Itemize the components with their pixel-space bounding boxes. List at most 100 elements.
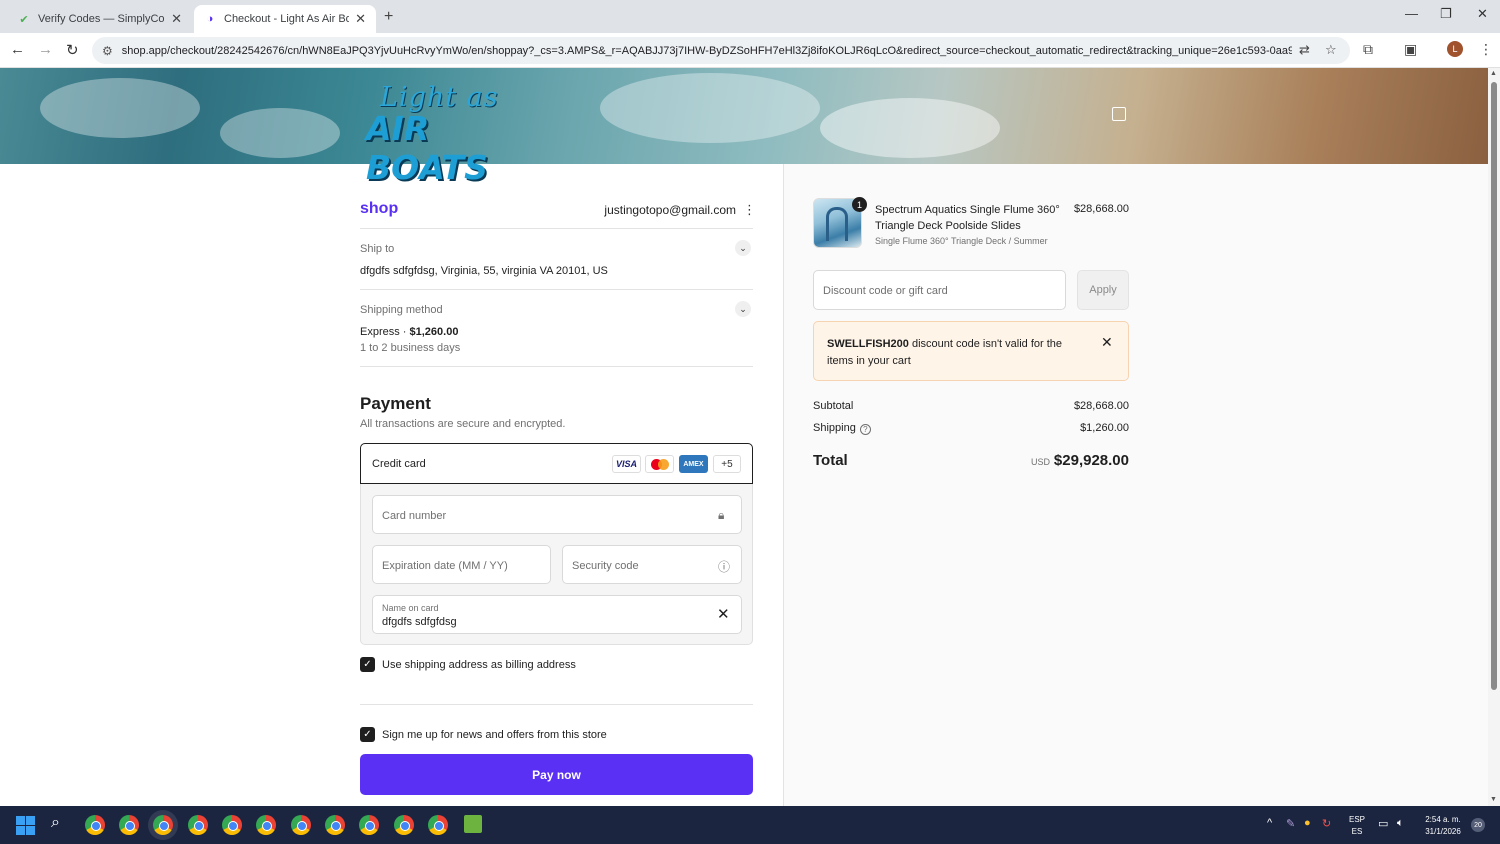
currency-code: USD (1030, 457, 1050, 467)
billing-address-checkbox-row[interactable]: ✓ Use shipping address as billing addres… (360, 657, 576, 672)
notification-badge[interactable]: 20 (1471, 818, 1485, 832)
lock-icon: 🔒︎ (718, 508, 725, 522)
url-text: shop.app/checkout/28242542676/cn/hWN8EaJ… (121, 44, 1292, 57)
chrome-icon[interactable] (394, 815, 414, 835)
close-alert-icon[interactable]: ✕ (1101, 334, 1113, 351)
name-on-card-value: dfgdfs sdfgfdsg (382, 616, 457, 628)
minimize-icon[interactable]: — (1405, 6, 1418, 21)
chrome-icon[interactable] (222, 815, 242, 835)
chevron-up-icon[interactable]: ^ (1267, 817, 1272, 829)
name-on-card-label: Name on card (382, 603, 439, 613)
close-window-icon[interactable]: ✕ (1477, 6, 1488, 22)
new-tab-icon[interactable]: + (384, 8, 393, 26)
shipping-value: $1,260.00 (1080, 422, 1129, 434)
forward-icon[interactable]: → (38, 41, 53, 58)
chrome-icon[interactable] (153, 815, 173, 835)
divider (360, 289, 753, 290)
alert-message: SWELLFISH200 discount code isn't valid f… (827, 336, 1067, 370)
discount-placeholder: Discount code or gift card (823, 285, 948, 297)
amex-icon: AMEX (679, 455, 708, 473)
divider (360, 366, 753, 367)
discount-code-input[interactable]: Discount code or gift card (813, 270, 1066, 310)
translate-icon[interactable]: ⇄ (1299, 42, 1310, 58)
account-menu-icon[interactable]: ⋮ (743, 202, 756, 218)
help-circle-icon[interactable]: ⓘ (718, 558, 730, 575)
card-number-placeholder: Card number (382, 510, 447, 522)
store-logo[interactable]: Light as AIR BOATS (366, 82, 556, 187)
coin-icon[interactable]: ● (1304, 817, 1311, 829)
shipping-label: Shipping (813, 422, 856, 434)
profile-avatar[interactable]: L (1447, 41, 1463, 57)
reload-icon[interactable]: ↻ (66, 41, 79, 59)
security-code-field[interactable]: Security code ⓘ (562, 545, 742, 584)
windows-start-icon[interactable] (16, 816, 35, 835)
name-on-card-field[interactable]: Name on card dfgdfs sdfgfdsg ✕ (372, 595, 742, 634)
payment-title: Payment (360, 394, 431, 413)
pay-now-button[interactable]: Pay now (360, 754, 753, 795)
expiration-date-field[interactable]: Expiration date (MM / YY) (372, 545, 551, 584)
sync-icon[interactable]: ↻ (1322, 817, 1331, 830)
chrome-icon[interactable] (428, 815, 448, 835)
shop-favicon-icon: ◑ (206, 13, 214, 25)
volume-icon[interactable]: 🔈︎ (1397, 817, 1404, 830)
credit-card-option[interactable]: Credit card VISA AMEX +5 (360, 443, 753, 484)
shipping-method-value: Express · $1,260.00 (360, 326, 458, 338)
shipping-method-price: $1,260.00 (409, 326, 459, 338)
logo-line-2: AIR BOATS (366, 109, 488, 187)
subtotal-label: Subtotal (813, 400, 854, 412)
chrome-icon[interactable] (359, 815, 379, 835)
checkbox-checked-icon[interactable]: ✓ (360, 657, 375, 672)
shipping-label-wrap: Shipping? (813, 422, 871, 435)
shipping-method-name: Express · (360, 326, 410, 338)
tab-title: Checkout - Light As Air Boats (224, 13, 350, 25)
app-cube-icon[interactable] (464, 815, 482, 833)
site-info-icon[interactable]: ⚙ (102, 44, 113, 58)
browser-menu-icon[interactable]: ⋮ (1479, 41, 1493, 58)
browser-tab-bar: ✔ Verify Codes — SimplyCodes ✕ ◑ Checkou… (0, 0, 1500, 33)
scroll-up-icon[interactable]: ▲ (1490, 70, 1497, 77)
total-label: Total (813, 452, 848, 469)
system-clock[interactable]: 2:54 a. m. 31/1/2026 (1420, 814, 1466, 838)
chevron-down-icon[interactable]: ⌄ (735, 240, 751, 256)
newsletter-checkbox-row[interactable]: ✓ Sign me up for news and offers from th… (360, 727, 607, 742)
address-bar[interactable]: ⚙ shop.app/checkout/28242542676/cn/hWN8E… (92, 37, 1350, 64)
network-icon[interactable]: ▭ (1378, 817, 1388, 830)
scrollbar-thumb[interactable] (1491, 82, 1497, 690)
pen-icon[interactable]: ✎ (1286, 817, 1295, 830)
billing-checkbox-label: Use shipping address as billing address (382, 658, 576, 671)
clock-time: 2:54 a. m. (1425, 815, 1461, 824)
page-scrollbar[interactable]: ▲ ▼ (1488, 68, 1500, 806)
clock-date: 31/1/2026 (1425, 827, 1461, 836)
close-tab-icon[interactable]: ✕ (171, 11, 182, 27)
help-circle-icon[interactable]: ? (859, 424, 871, 435)
chrome-icon[interactable] (119, 815, 139, 835)
search-icon[interactable]: ⌕ (51, 814, 60, 832)
chrome-icon[interactable] (291, 815, 311, 835)
apply-button[interactable]: Apply (1077, 270, 1129, 310)
chevron-down-icon[interactable]: ⌄ (735, 301, 751, 317)
tab-checkout[interactable]: ◑ Checkout - Light As Air Boats ✕ (194, 5, 376, 33)
chrome-icon[interactable] (325, 815, 345, 835)
shipping-eta: 1 to 2 business days (360, 342, 461, 354)
chrome-icon[interactable] (188, 815, 208, 835)
side-panel-icon[interactable]: ▣ (1404, 41, 1417, 58)
tab-simplycodes[interactable]: ✔ Verify Codes — SimplyCodes ✕ (8, 5, 192, 33)
restore-icon[interactable]: ❐ (1440, 6, 1452, 22)
clear-field-icon[interactable]: ✕ (717, 605, 730, 623)
security-code-placeholder: Security code (572, 560, 639, 572)
more-brands-badge: +5 (713, 455, 741, 473)
chrome-icon[interactable] (256, 815, 276, 835)
close-tab-icon[interactable]: ✕ (355, 11, 366, 27)
checkbox-checked-icon[interactable]: ✓ (360, 727, 375, 742)
card-number-field[interactable]: Card number 🔒︎ (372, 495, 742, 534)
shopping-bag-icon[interactable] (1112, 107, 1126, 121)
back-icon[interactable]: ← (10, 41, 25, 58)
scroll-down-icon[interactable]: ▼ (1490, 796, 1497, 803)
bookmark-star-icon[interactable]: ☆ (1325, 42, 1337, 58)
ship-to-address: dfgdfs sdfgfdsg, Virginia, 55, virginia … (360, 265, 608, 277)
language-indicator[interactable]: ESP ES (1349, 814, 1365, 838)
chrome-icon[interactable] (85, 815, 105, 835)
divider (360, 704, 753, 705)
newsletter-checkbox-label: Sign me up for news and offers from this… (382, 728, 607, 741)
extensions-icon[interactable]: ⧉ (1363, 41, 1373, 58)
